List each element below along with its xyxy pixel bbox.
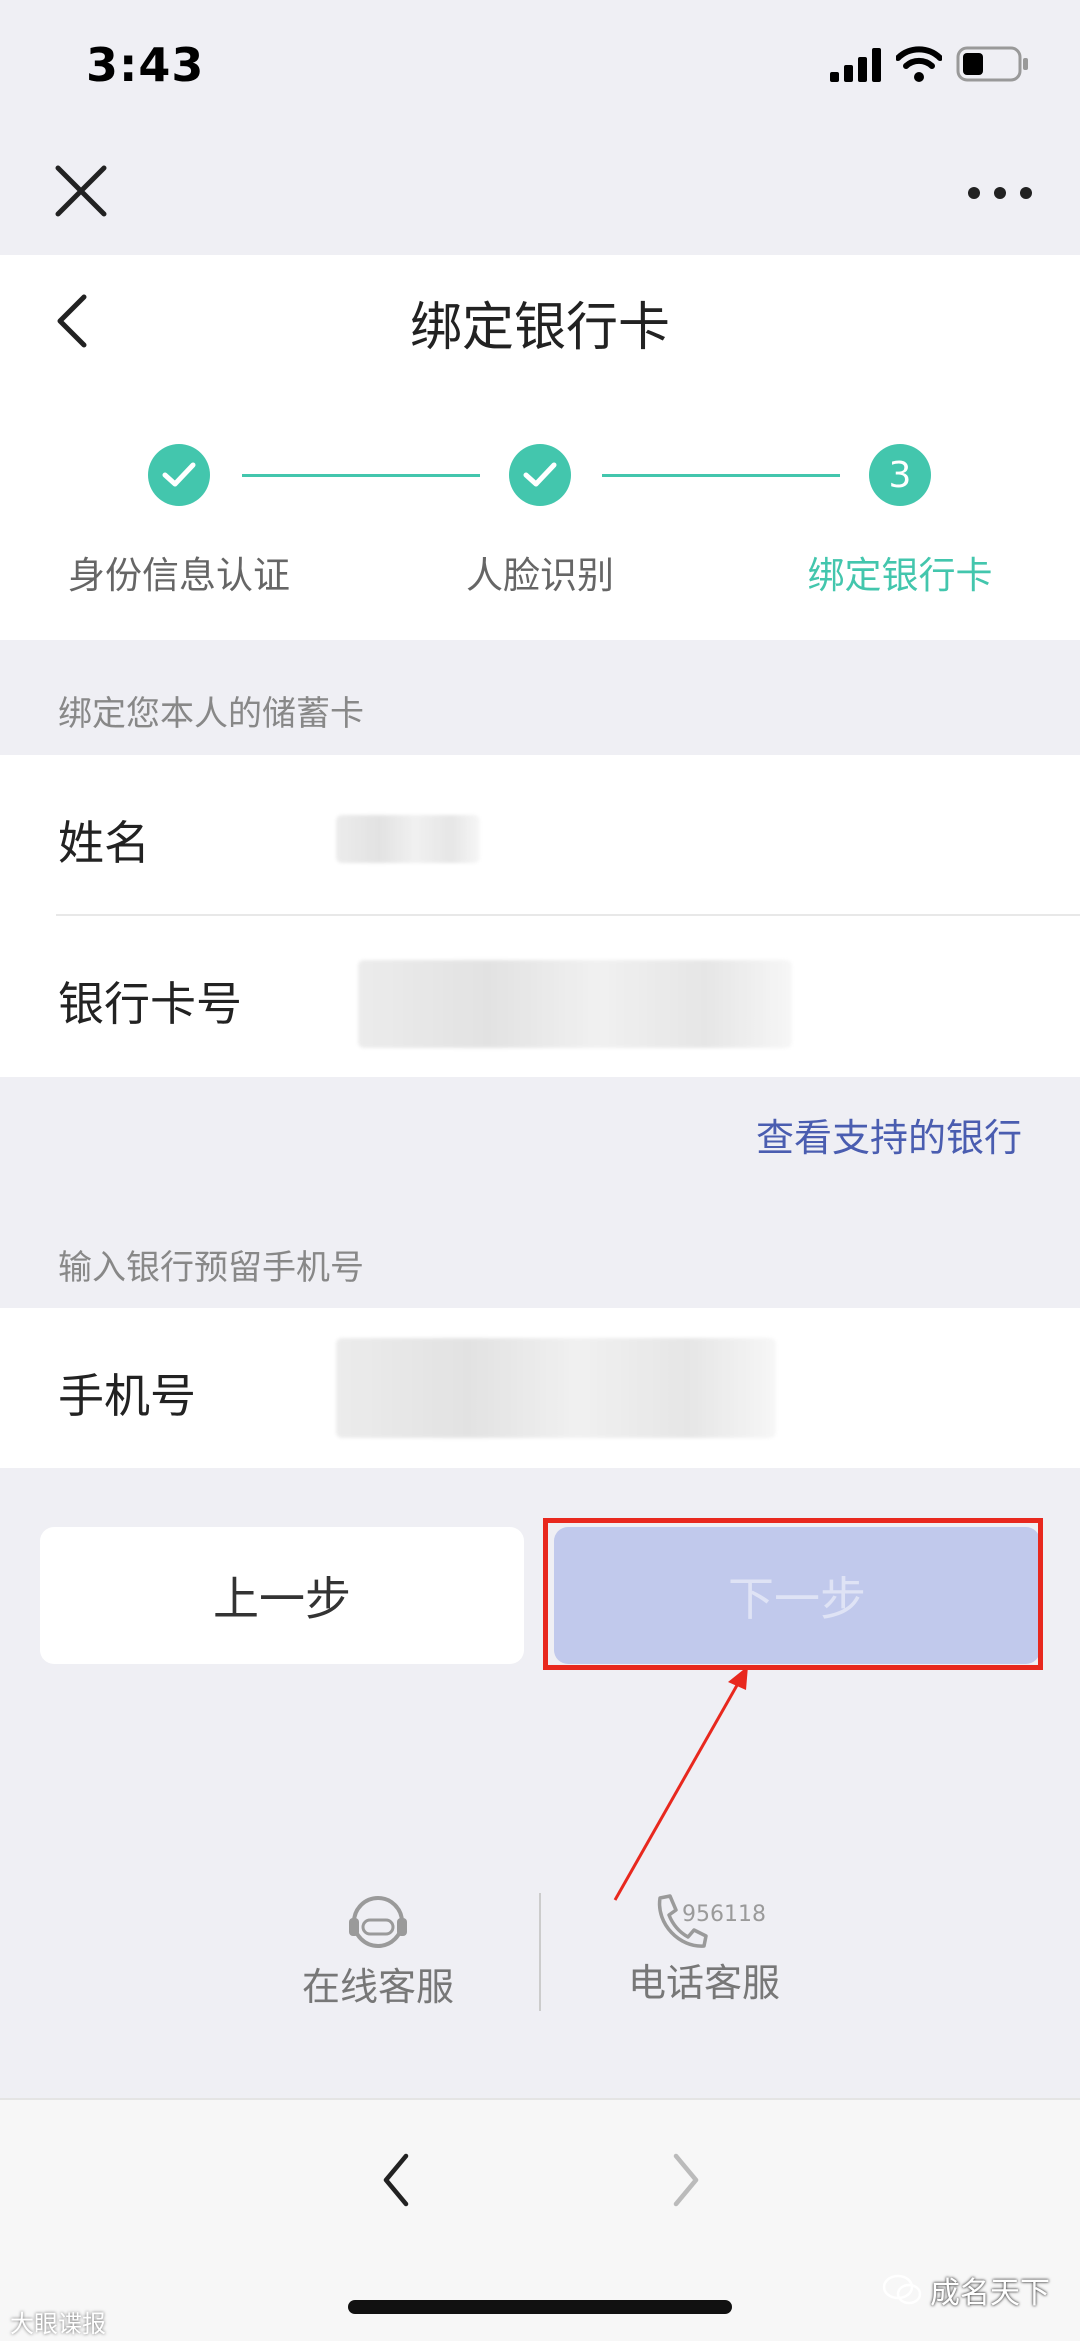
page-header: 绑定银行卡 3 身份信息认证 人脸识别 绑定银行卡: [0, 255, 1080, 640]
service-phone-number: 956118: [682, 1902, 766, 1927]
phone-service-button[interactable]: 956118 电话客服: [574, 1890, 834, 2007]
browser-back-icon[interactable]: [378, 2150, 414, 2210]
phone-service-label: 电话客服: [627, 1961, 780, 2005]
watermark-left-text: 大眼谍报: [10, 2310, 106, 2338]
status-time: 3:43: [86, 38, 205, 92]
more-menu-button[interactable]: [968, 182, 1032, 204]
step-3-number: 3: [869, 444, 931, 506]
wechat-icon: [882, 2274, 922, 2305]
card-form: 姓名 银行卡号: [0, 755, 1080, 1077]
watermark-left: 大眼谍报: [10, 2304, 106, 2339]
phone-section-heading: 输入银行预留手机号: [58, 1248, 364, 1288]
online-service-label: 在线客服: [301, 1965, 454, 2009]
step-1-check-icon: [148, 444, 210, 506]
watermark-right: 成名天下: [882, 2268, 1050, 2312]
page-title: 绑定银行卡: [409, 298, 670, 358]
row-divider: [56, 914, 1080, 916]
close-icon[interactable]: [52, 162, 110, 220]
name-label: 姓名: [58, 816, 150, 870]
step-1-label: 身份信息认证: [68, 554, 290, 597]
card-number-field[interactable]: [358, 960, 792, 1048]
phone-label: 手机号: [58, 1369, 196, 1423]
headset-icon: [349, 1896, 407, 1948]
phone-field[interactable]: [336, 1338, 776, 1438]
online-service-button[interactable]: 在线客服: [248, 1890, 508, 2011]
step-connector: [242, 474, 480, 477]
supported-banks-link[interactable]: 查看支持的银行: [756, 1107, 1022, 1162]
signal-icon: [830, 48, 881, 82]
highlight-annotation: [543, 1518, 1043, 1670]
card-number-label: 银行卡号: [58, 977, 242, 1031]
more-dot-icon: [1020, 187, 1032, 199]
step-2-label: 人脸识别: [466, 554, 614, 597]
battery-icon: [956, 46, 1028, 82]
annotation-arrow-icon: [613, 1666, 748, 1901]
status-bar: 3:43: [0, 0, 1080, 130]
step-2-check-icon: [509, 444, 571, 506]
card-section-heading: 绑定您本人的储蓄卡: [58, 694, 364, 734]
miniprogram-nav: [0, 130, 1080, 255]
more-dot-icon: [968, 187, 980, 199]
browser-forward-icon[interactable]: [668, 2150, 704, 2210]
phone-form: 手机号: [0, 1308, 1080, 1468]
step-connector: [602, 474, 840, 477]
name-field[interactable]: [336, 815, 480, 863]
more-dot-icon: [994, 187, 1006, 199]
prev-step-button[interactable]: 上一步: [40, 1527, 524, 1664]
service-divider: [539, 1893, 541, 2011]
status-icons: [830, 42, 1030, 82]
wifi-icon: [896, 46, 942, 82]
watermark-right-text: 成名天下: [930, 2276, 1050, 2311]
home-indicator[interactable]: [348, 2300, 732, 2314]
step-3-label: 绑定银行卡: [807, 554, 993, 597]
